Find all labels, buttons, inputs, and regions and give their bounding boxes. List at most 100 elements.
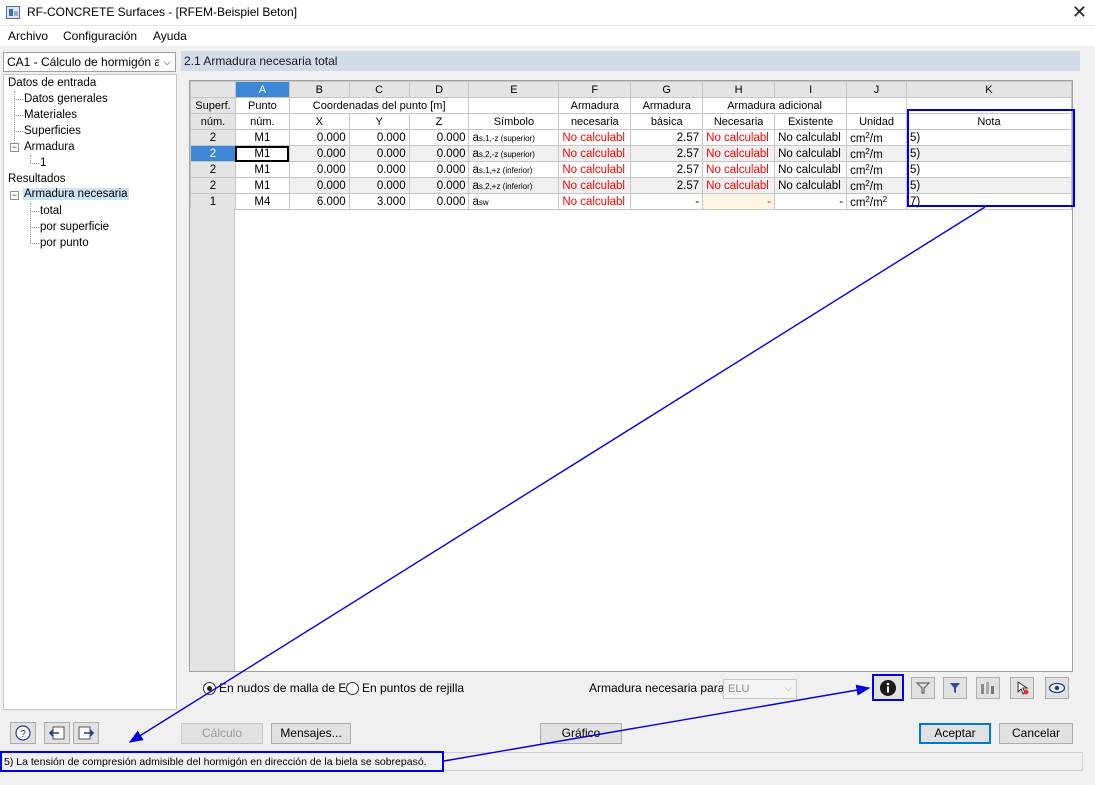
tree-reinforcement[interactable]: Armadura <box>24 141 75 153</box>
col-letter[interactable]: K <box>905 81 1072 98</box>
additional-required-cell[interactable]: No calculabl <box>702 161 776 178</box>
tree-total[interactable]: total <box>40 205 62 217</box>
info-button[interactable] <box>872 674 904 701</box>
unit-cell[interactable]: cm2/m <box>846 177 907 194</box>
symbol-cell[interactable]: as,1,-z (superior) <box>468 129 560 146</box>
tree-surfaces[interactable]: Superficies <box>24 125 81 137</box>
symbol-cell[interactable]: as,2,+z (inferior) <box>468 177 560 194</box>
next-button[interactable] <box>73 722 99 744</box>
basic-cell[interactable]: 2.57 <box>630 177 704 194</box>
required-cell[interactable]: No calculabl <box>558 129 632 146</box>
corner-cell[interactable] <box>190 81 236 98</box>
z-cell[interactable]: 0.000 <box>408 129 470 146</box>
filter-surfaces-button[interactable] <box>911 677 935 699</box>
symbol-cell[interactable]: as,1,+z (inferior) <box>468 161 560 178</box>
surface-num-cell[interactable]: 2 <box>190 145 236 162</box>
col-letter[interactable]: J <box>846 81 907 98</box>
point-num-cell[interactable]: M1 <box>234 129 290 146</box>
basic-cell[interactable]: - <box>630 193 704 210</box>
col-letter[interactable]: G <box>630 81 704 98</box>
point-num-cell[interactable]: M1 <box>234 161 290 178</box>
tree-by-surface[interactable]: por superficie <box>40 221 109 233</box>
col-letter[interactable]: E <box>468 81 560 98</box>
basic-cell[interactable]: 2.57 <box>630 145 704 162</box>
z-cell[interactable]: 0.000 <box>408 193 470 210</box>
required-cell[interactable]: No calculabl <box>558 161 632 178</box>
existing-cell[interactable]: - <box>774 193 848 210</box>
unit-cell[interactable]: cm2/m <box>846 129 907 146</box>
col-letter[interactable]: B <box>288 81 350 98</box>
col-letter[interactable]: I <box>774 81 848 98</box>
radio-checked-icon[interactable] <box>203 681 216 695</box>
close-icon[interactable]: ✕ <box>1072 2 1087 22</box>
additional-required-cell[interactable]: - <box>702 193 776 210</box>
columns-button[interactable] <box>976 677 1000 699</box>
z-cell[interactable]: 0.000 <box>408 161 470 178</box>
y-cell[interactable]: 0.000 <box>348 129 410 146</box>
additional-required-cell[interactable]: No calculabl <box>702 145 776 162</box>
basic-cell[interactable]: 2.57 <box>630 161 704 178</box>
z-cell[interactable]: 0.000 <box>408 145 470 162</box>
col-letter[interactable]: A <box>234 81 290 98</box>
point-num-cell[interactable]: M4 <box>234 193 290 210</box>
col-letter[interactable]: D <box>408 81 470 98</box>
x-cell[interactable]: 6.000 <box>288 193 350 210</box>
required-cell[interactable]: No calculabl <box>558 145 632 162</box>
previous-button[interactable] <box>44 722 70 744</box>
y-cell[interactable]: 0.000 <box>348 145 410 162</box>
graphic-button[interactable]: Gráfico <box>540 723 622 744</box>
x-cell[interactable]: 0.000 <box>288 129 350 146</box>
tree-results[interactable]: Resultados <box>8 173 66 185</box>
cancel-button[interactable]: Cancelar <box>999 723 1073 744</box>
limit-state-select[interactable]: ELU ⌵ <box>723 679 797 699</box>
view-button[interactable] <box>1045 677 1069 699</box>
menu-ayuda[interactable]: Ayuda <box>153 29 187 43</box>
radio-grid-points[interactable]: En puntos de rejilla <box>346 681 464 695</box>
tree-general-data[interactable]: Datos generales <box>24 93 108 105</box>
filter-button[interactable] <box>943 677 967 699</box>
existing-cell[interactable]: No calculabl <box>774 129 848 146</box>
tree-input-data[interactable]: Datos de entrada <box>8 77 96 89</box>
symbol-cell[interactable]: as,2,-z (superior) <box>468 145 560 162</box>
load-case-select[interactable]: CA1 - Cálculo de hormigón arma ⌵ <box>3 52 176 72</box>
collapse-icon[interactable]: − <box>10 191 19 200</box>
radio-unchecked-icon[interactable] <box>346 681 359 695</box>
tree-materials[interactable]: Materiales <box>24 109 77 121</box>
surface-num-cell[interactable]: 2 <box>190 129 236 146</box>
messages-button[interactable]: Mensajes... <box>271 723 351 744</box>
y-cell[interactable]: 0.000 <box>348 161 410 178</box>
select-in-model-button[interactable] <box>1010 677 1034 699</box>
col-letter[interactable]: F <box>558 81 632 98</box>
point-num-cell[interactable]: M1 <box>234 177 290 194</box>
radio-fe-nodes[interactable]: En nudos de malla de EF <box>203 681 354 695</box>
basic-cell[interactable]: 2.57 <box>630 129 704 146</box>
required-cell[interactable]: No calculabl <box>558 177 632 194</box>
collapse-icon[interactable]: − <box>10 143 19 152</box>
existing-cell[interactable]: No calculabl <box>774 161 848 178</box>
x-cell[interactable]: 0.000 <box>288 177 350 194</box>
symbol-cell[interactable]: asw <box>468 193 560 210</box>
calculation-button[interactable]: Cálculo <box>181 723 263 744</box>
tree-reinforcement-1[interactable]: 1 <box>40 157 46 169</box>
z-cell[interactable]: 0.000 <box>408 177 470 194</box>
menu-archivo[interactable]: Archivo <box>8 29 48 43</box>
menu-configuracion[interactable]: Configuración <box>63 29 137 43</box>
unit-cell[interactable]: cm2/m <box>846 161 907 178</box>
required-cell[interactable]: No calculabl <box>558 193 632 210</box>
help-button[interactable]: ? <box>10 722 36 744</box>
ok-button[interactable]: Aceptar <box>919 723 991 744</box>
col-letter[interactable]: H <box>702 81 776 98</box>
tree-required-reinforcement[interactable]: Armadura necesaria <box>23 188 129 200</box>
surface-num-cell[interactable]: 2 <box>190 177 236 194</box>
y-cell[interactable]: 3.000 <box>348 193 410 210</box>
chevron-down-icon[interactable]: ⌵ <box>159 53 175 71</box>
col-letter[interactable]: C <box>348 81 410 98</box>
x-cell[interactable]: 0.000 <box>288 161 350 178</box>
additional-required-cell[interactable]: No calculabl <box>702 177 776 194</box>
unit-cell[interactable]: cm2/m <box>846 145 907 162</box>
unit-cell[interactable]: cm2/m2 <box>846 193 907 210</box>
tree-by-point[interactable]: por punto <box>40 237 89 249</box>
surface-num-cell[interactable]: 2 <box>190 161 236 178</box>
additional-required-cell[interactable]: No calculabl <box>702 129 776 146</box>
y-cell[interactable]: 0.000 <box>348 177 410 194</box>
